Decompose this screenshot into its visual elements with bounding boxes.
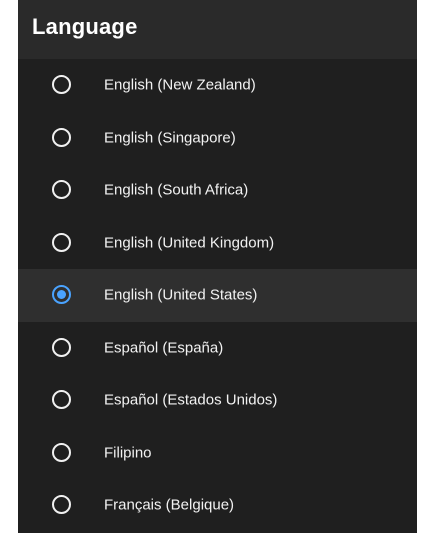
language-option-label: Español (España) — [104, 339, 224, 357]
radio-unchecked-icon[interactable] — [52, 127, 71, 147]
language-option-english-united-kingdom[interactable]: English (United Kingdom) — [18, 217, 417, 270]
language-settings-panel: Language English (New Zealand) English (… — [18, 0, 417, 533]
language-option-espanol-estados-unidos[interactable]: Español (Estados Unidos) — [18, 374, 417, 427]
radio-checked-icon[interactable] — [52, 285, 71, 305]
language-option-label: Filipino — [104, 444, 152, 462]
language-list: English (New Zealand) English (Singapore… — [18, 59, 417, 532]
language-option-label: Français (Belgique) — [104, 496, 235, 514]
radio-unchecked-icon[interactable] — [52, 180, 71, 200]
header: Language — [18, 0, 417, 59]
language-option-english-united-states[interactable]: English (United States) — [18, 269, 417, 322]
radio-unchecked-icon[interactable] — [52, 495, 71, 515]
language-option-filipino[interactable]: Filipino — [18, 427, 417, 480]
language-option-espanol-espana[interactable]: Español (España) — [18, 322, 417, 375]
language-option-francais-belgique[interactable]: Français (Belgique) — [18, 479, 417, 532]
page-title: Language — [32, 14, 138, 39]
language-option-english-south-africa[interactable]: English (South Africa) — [18, 164, 417, 217]
language-option-label: English (New Zealand) — [104, 76, 256, 94]
language-option-label: English (South Africa) — [104, 181, 249, 199]
radio-selected-dot — [57, 290, 66, 300]
radio-unchecked-icon[interactable] — [52, 337, 71, 357]
language-option-label: English (Singapore) — [104, 129, 236, 147]
radio-unchecked-icon[interactable] — [52, 390, 71, 410]
language-option-label: English (United States) — [104, 286, 258, 304]
language-option-english-new-zealand[interactable]: English (New Zealand) — [18, 59, 417, 112]
radio-unchecked-icon[interactable] — [52, 75, 71, 95]
language-option-english-singapore[interactable]: English (Singapore) — [18, 112, 417, 165]
radio-unchecked-icon[interactable] — [52, 442, 71, 462]
language-option-label: Español (Estados Unidos) — [104, 391, 278, 409]
radio-unchecked-icon[interactable] — [52, 232, 71, 252]
language-option-label: English (United Kingdom) — [104, 234, 275, 252]
